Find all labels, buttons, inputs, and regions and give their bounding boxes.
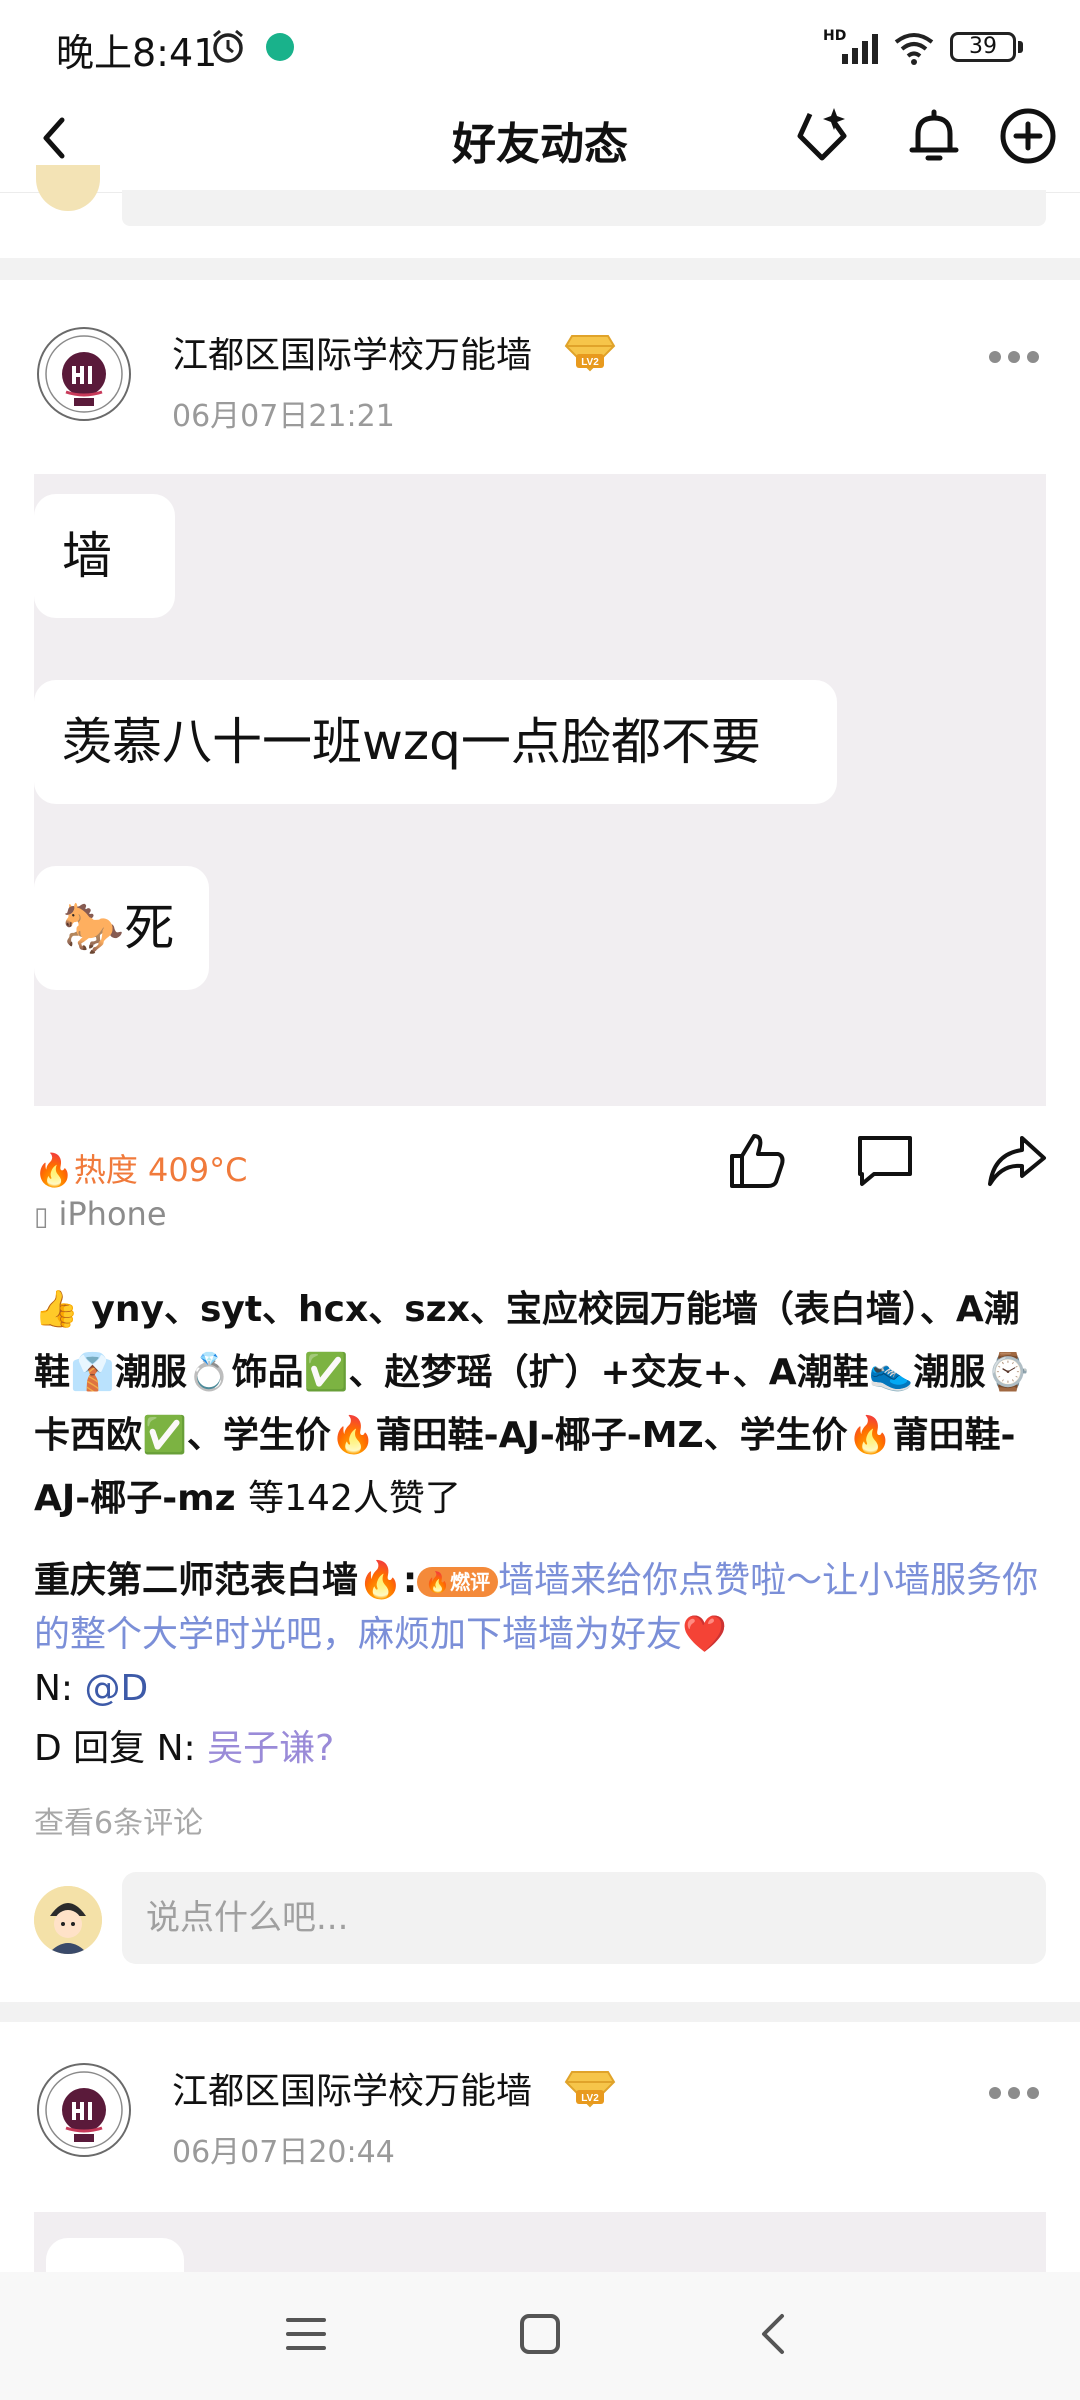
author-avatar[interactable] <box>36 2062 132 2158</box>
signal-icon <box>842 34 878 64</box>
share-icon[interactable] <box>984 1128 1050 1194</box>
section-divider <box>0 258 1080 280</box>
sparkle-diamond-icon[interactable] <box>790 104 854 168</box>
hot-comment-badge: 🔥燃评 <box>417 1567 499 1597</box>
like-icon[interactable] <box>724 1128 790 1194</box>
previous-comment-avatar <box>36 165 100 211</box>
cartoon-avatar-icon <box>34 1886 102 1954</box>
device-text: iPhone <box>58 1195 167 1233</box>
home-icon[interactable] <box>512 2306 568 2362</box>
comment-item[interactable]: 重庆第二师范表白墙🔥: 🔥燃评 墙墙来给你点赞啦～让小墙服务你的整个大学时光吧，麻烦… <box>34 1554 1046 1662</box>
comment-icon[interactable] <box>852 1128 918 1194</box>
chat-bubble: 🐎死 <box>34 866 209 990</box>
battery-tip <box>1018 41 1023 53</box>
wifi-icon <box>894 33 934 65</box>
device-info: ▯ iPhone <box>34 1195 167 1233</box>
comment-input[interactable]: 说点什么吧... <box>122 1872 1046 1964</box>
thumbs-up-icon: 👍 <box>34 1289 79 1330</box>
level-badge-text: LV2 <box>581 2093 599 2104</box>
bell-icon[interactable] <box>902 104 966 168</box>
app-notification-icon <box>266 33 294 61</box>
hot-comment-badge-label: 燃评 <box>450 1570 491 1594</box>
comment-text: @D <box>84 1668 149 1709</box>
level-badge-icon: LV2 <box>564 335 616 372</box>
comment-author[interactable]: 重庆第二师范表白墙🔥: <box>34 1560 417 1601</box>
current-user-avatar[interactable] <box>34 1886 102 1954</box>
section-divider <box>0 2002 1080 2022</box>
post-time: 06月07日21:21 <box>172 399 395 434</box>
previous-comment-input[interactable] <box>122 190 1046 226</box>
author-avatar[interactable] <box>36 326 132 422</box>
menu-icon[interactable] <box>278 2306 334 2362</box>
more-options-icon[interactable] <box>988 2086 1040 2100</box>
view-all-comments-link[interactable]: 查看6条评论 <box>34 1798 203 1842</box>
chat-bubble: 羡慕八十一班wzq一点脸都不要 <box>34 680 837 804</box>
comment-item[interactable]: N: @D <box>34 1662 1046 1716</box>
post-image[interactable]: 墙 羡慕八十一班wzq一点脸都不要 🐎死 <box>34 474 1046 1106</box>
add-circle-icon[interactable] <box>996 104 1060 168</box>
chat-bubble <box>46 2238 184 2272</box>
comment-author[interactable]: D 回复 N: <box>34 1728 196 1769</box>
nav-back-icon[interactable] <box>746 2306 802 2362</box>
battery-indicator: 39 <box>950 32 1016 62</box>
chat-bubble: 墙 <box>34 494 175 618</box>
comment-text: 吴子谦? <box>207 1728 335 1769</box>
comment-item[interactable]: D 回复 N: 吴子谦? <box>34 1722 1046 1776</box>
alarm-icon <box>213 29 243 63</box>
post-author-name[interactable]: 江都区国际学校万能墙 <box>172 326 532 378</box>
likes-names[interactable]: yny、syt、hcx、szx、宝应校园万能墙（表白墙）、A潮鞋👔潮服💍饰品✅、… <box>34 1289 1030 1519</box>
heat-text: 热度 409°C <box>73 1151 248 1189</box>
status-time: 晚上8:41 <box>56 31 218 75</box>
post-time: 06月07日20:44 <box>172 2135 395 2170</box>
post-image[interactable] <box>34 2212 1046 2272</box>
level-badge-icon: LV2 <box>564 2071 616 2108</box>
more-options-icon[interactable] <box>988 350 1040 364</box>
fire-icon: 🔥 <box>34 1151 74 1189</box>
level-badge-text: LV2 <box>581 357 599 368</box>
heat-indicator: 🔥热度 409°C <box>34 1145 247 1191</box>
post-author-name[interactable]: 江都区国际学校万能墙 <box>172 2062 532 2114</box>
likes-list: 👍 yny、syt、hcx、szx、宝应校园万能墙（表白墙）、A潮鞋👔潮服💍饰品… <box>34 1278 1046 1530</box>
phone-icon: ▯ <box>34 1202 49 1232</box>
comment-author[interactable]: N: <box>34 1668 73 1709</box>
likes-count[interactable]: 等142人赞了 <box>248 1478 461 1519</box>
